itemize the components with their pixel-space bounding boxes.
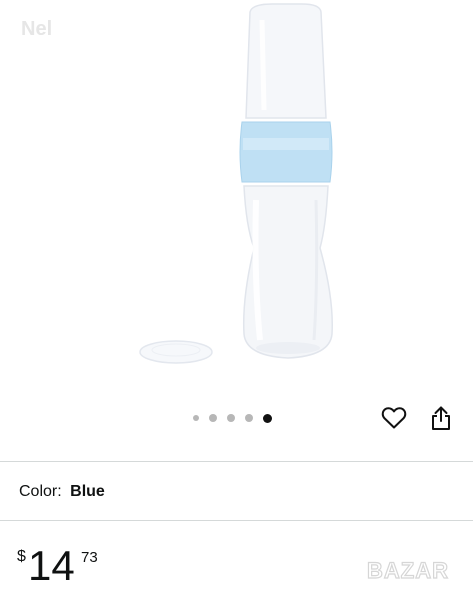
- divider: [0, 461, 473, 462]
- bazar-watermark-text: BAZAR: [367, 558, 449, 583]
- watermark-logo: Nel: [21, 18, 53, 40]
- product-image-gallery[interactable]: Nel: [0, 0, 473, 458]
- share-icon: [432, 406, 450, 430]
- pagination-dot-active[interactable]: [263, 413, 272, 423]
- color-value: Blue: [70, 483, 105, 500]
- price-whole: 14: [28, 542, 75, 589]
- color-selection: Color: Blue: [19, 483, 105, 501]
- favorite-button[interactable]: [380, 404, 408, 432]
- pagination-dot[interactable]: [209, 414, 217, 422]
- pagination-dot[interactable]: [245, 414, 253, 422]
- price-currency-symbol: $: [17, 548, 26, 565]
- heart-icon: [381, 407, 407, 429]
- divider: [0, 520, 473, 521]
- product-image[interactable]: [130, 0, 350, 380]
- bazar-watermark-logo: BAZAR: [366, 557, 449, 583]
- pagination-dot[interactable]: [193, 415, 199, 421]
- image-pagination-dots[interactable]: [193, 412, 272, 424]
- price-fraction: 73: [81, 549, 98, 566]
- color-label: Color:: [19, 483, 62, 500]
- share-button[interactable]: [427, 404, 455, 432]
- pagination-dot[interactable]: [227, 414, 235, 422]
